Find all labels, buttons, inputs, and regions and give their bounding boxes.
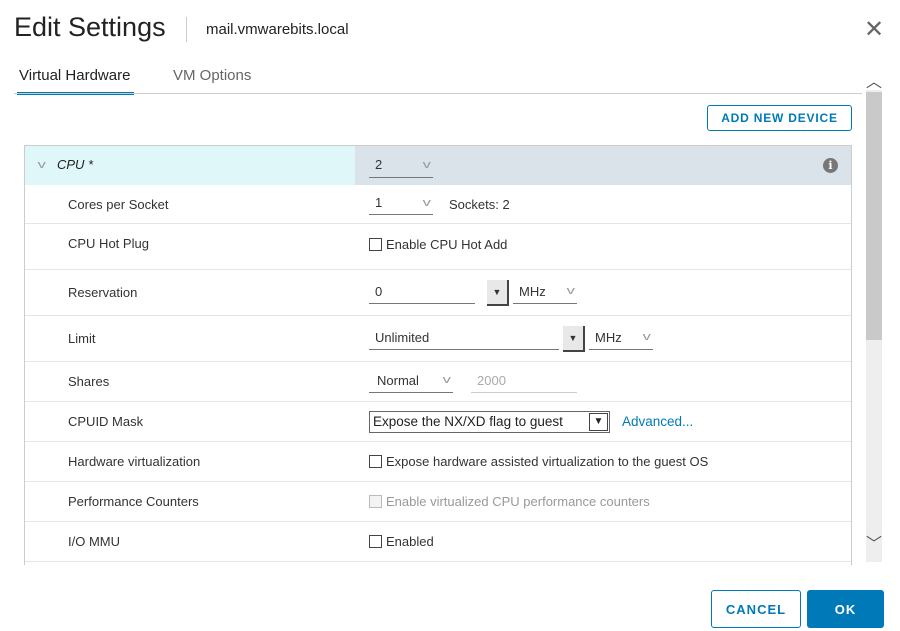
performance-counters-text: Enable virtualized CPU performance count… [386, 494, 650, 509]
tab-divider [14, 93, 862, 94]
performance-counters-checkbox [369, 495, 382, 508]
shares-value: 2000 [477, 372, 506, 388]
hardware-panel: v CPU * 2v i Cores per Socket 1v Sockets… [24, 145, 852, 565]
performance-counters-row: Performance Counters Enable virtualized … [25, 482, 851, 522]
cpu-hot-add-checkbox[interactable] [369, 238, 382, 251]
hardware-virtualization-label: Hardware virtualization [68, 454, 201, 469]
limit-row: Limit Unlimited ▼ MHz v [25, 316, 851, 362]
cpu-hot-plug-label: CPU Hot Plug [68, 236, 149, 251]
cpu-count-select[interactable]: 2v [369, 154, 433, 178]
cancel-button[interactable]: CANCEL [711, 590, 801, 628]
chevron-down-icon: v [442, 374, 451, 386]
shares-level-select[interactable]: Normal v [369, 371, 453, 393]
reservation-label: Reservation [68, 285, 138, 300]
ok-button[interactable]: OK [807, 590, 884, 628]
iommu-row: I/O MMU Enabled [25, 522, 851, 562]
shares-value-input: 2000 [471, 371, 577, 393]
cpu-hot-plug-row: CPU Hot Plug Enable CPU Hot Add [25, 224, 851, 270]
title-divider [186, 17, 187, 42]
cpu-label: CPU * [57, 157, 94, 172]
scroll-down-icon[interactable]: ﹀ [866, 530, 882, 554]
performance-counters-label: Performance Counters [68, 494, 199, 509]
chevron-down-icon: v [642, 331, 651, 343]
cpuid-mask-row: CPUID Mask Expose the NX/XD flag to gues… [25, 402, 851, 442]
reservation-row: Reservation 0 ▼ MHz v [25, 270, 851, 316]
reservation-dropdown-button[interactable]: ▼ [487, 279, 509, 306]
hardware-virtualization-checkbox[interactable] [369, 455, 382, 468]
cores-value: 1 [375, 195, 383, 210]
scroll-up-icon[interactable]: ︿ [866, 68, 882, 92]
chevron-down-icon: v [566, 285, 575, 297]
cpuid-mask-value: Expose the NX/XD flag to guest [373, 414, 563, 429]
shares-row: Shares Normal v 2000 [25, 362, 851, 402]
add-new-device-button[interactable]: ADD NEW DEVICE [707, 105, 852, 131]
cores-per-socket-select[interactable]: 1v [369, 193, 433, 215]
chevron-down-icon: v [422, 196, 431, 209]
cpu-count-value: 2 [375, 157, 383, 172]
reservation-value: 0 [375, 283, 383, 299]
cpuid-mask-select[interactable]: Expose the NX/XD flag to guest ▼ [369, 410, 610, 433]
dialog-title: Edit Settings [14, 12, 166, 42]
shares-level: Normal [377, 372, 419, 388]
limit-input[interactable]: Unlimited [369, 328, 559, 350]
scrollbar-thumb[interactable] [866, 92, 882, 340]
advanced-link[interactable]: Advanced... [622, 414, 693, 429]
close-icon[interactable]: ✕ [864, 18, 884, 42]
vm-name: mail.vmwarebits.local [206, 21, 349, 38]
chevron-down-icon: ▼ [589, 412, 608, 431]
cores-per-socket-label: Cores per Socket [68, 196, 169, 212]
iommu-text: Enabled [386, 534, 434, 549]
hardware-virtualization-row: Hardware virtualization Expose hardware … [25, 442, 851, 482]
reservation-input[interactable]: 0 [369, 282, 475, 304]
iommu-checkbox[interactable] [369, 535, 382, 548]
chevron-down-icon: v [422, 158, 431, 171]
cpuid-mask-label: CPUID Mask [68, 414, 144, 429]
sockets-count: Sockets: 2 [449, 196, 510, 212]
shares-label: Shares [68, 374, 110, 389]
limit-value: Unlimited [375, 329, 430, 345]
limit-unit-select[interactable]: MHz v [589, 328, 653, 350]
hardware-virtualization-text: Expose hardware assisted virtualization … [386, 454, 709, 469]
limit-unit: MHz [595, 329, 622, 345]
cpu-hot-add-label: Enable CPU Hot Add [386, 237, 508, 252]
iommu-label: I/O MMU [68, 534, 120, 549]
cores-per-socket-row: Cores per Socket 1v Sockets: 2 [25, 185, 851, 224]
tab-virtual-hardware[interactable]: Virtual Hardware [17, 67, 135, 95]
info-icon[interactable]: i [823, 158, 838, 173]
limit-dropdown-button[interactable]: ▼ [563, 325, 585, 352]
chevron-down-icon[interactable]: v [38, 159, 46, 171]
cpu-header-row: v CPU * 2v i [25, 146, 851, 185]
reservation-unit: MHz [519, 283, 546, 299]
tab-vm-options[interactable]: VM Options [173, 67, 251, 92]
reservation-unit-select[interactable]: MHz v [513, 282, 577, 304]
limit-label: Limit [68, 331, 96, 346]
